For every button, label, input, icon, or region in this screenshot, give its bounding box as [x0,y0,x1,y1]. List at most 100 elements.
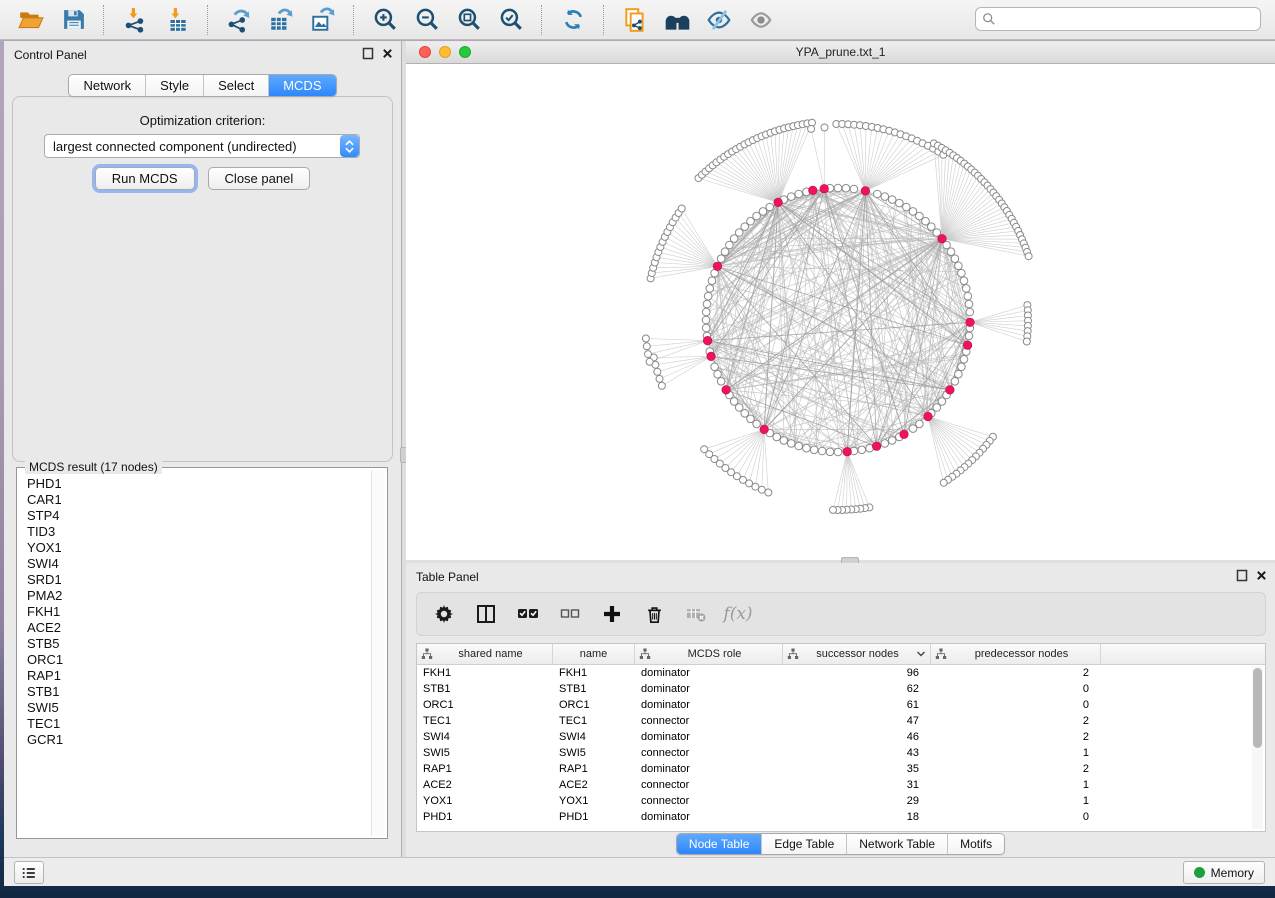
list-icon [21,866,37,880]
tab-node-table[interactable]: Node Table [677,834,762,854]
table-cell-name: SWI4 [553,731,635,743]
mcds-result-item[interactable]: SRD1 [27,572,385,588]
mcds-result-item[interactable]: YOX1 [27,540,385,556]
column-header-successor-nodes[interactable]: successor nodes [783,644,931,664]
save-session-icon[interactable] [58,5,88,35]
search-field[interactable] [975,7,1261,31]
float-panel-icon[interactable] [362,47,374,60]
mcds-result-title: MCDS result (17 nodes) [25,460,162,474]
column-header-predecessor-nodes[interactable]: predecessor nodes [931,644,1101,664]
table-cell-mcds-role: dominator [635,699,783,711]
table-row[interactable]: SWI4SWI4dominator462 [417,729,1265,745]
tab-network-table[interactable]: Network Table [846,834,947,854]
add-row-icon[interactable] [601,603,623,625]
close-panel-icon[interactable] [382,48,393,59]
mcds-result-item[interactable]: SWI4 [27,556,385,572]
mcds-result-item[interactable]: ORC1 [27,652,385,668]
export-image-icon[interactable] [308,5,338,35]
column-header-name[interactable]: name [553,644,635,664]
table-row[interactable]: RAP1RAP1dominator352 [417,761,1265,777]
table-row[interactable]: STB1STB1dominator620 [417,681,1265,697]
delete-row-icon[interactable] [643,603,665,625]
import-table-icon[interactable] [162,5,192,35]
mcds-result-item[interactable]: STB1 [27,684,385,700]
close-panel-button[interactable]: Close panel [208,167,311,190]
tab-mcds[interactable]: MCDS [268,75,335,96]
zoom-in-icon[interactable] [370,5,400,35]
mcds-result-item[interactable]: GCR1 [27,732,385,748]
show-details-icon [746,5,776,35]
float-panel-icon[interactable] [1236,569,1248,582]
mcds-result-item[interactable]: FKH1 [27,604,385,620]
mcds-result-item[interactable]: TID3 [27,524,385,540]
table-row[interactable]: SWI5SWI5connector431 [417,745,1265,761]
run-mcds-button[interactable]: Run MCDS [95,167,195,190]
table-row[interactable]: FKH1FKH1dominator962 [417,665,1265,681]
network-graph [406,64,1275,560]
table-row[interactable]: PHD1PHD1dominator180 [417,809,1265,825]
table-row[interactable]: YOX1YOX1connector291 [417,793,1265,809]
table-row[interactable]: ORC1ORC1dominator610 [417,697,1265,713]
search-input[interactable] [996,11,1254,27]
hide-details-icon[interactable] [704,5,734,35]
mcds-result-item[interactable]: TEC1 [27,716,385,732]
select-all-icon[interactable] [517,603,539,625]
refresh-icon[interactable] [558,5,588,35]
memory-status-icon [1194,867,1205,878]
table-scrollbar[interactable] [1252,666,1263,829]
optimization-criterion-label: Optimization criterion: [4,113,401,128]
mcds-result-scrollbar[interactable] [371,470,385,836]
share-session-icon[interactable] [620,5,650,35]
column-header-shared-name[interactable]: shared name [417,644,553,664]
table-cell-shared-name: ORC1 [417,699,553,711]
table-scrollbar-thumb[interactable] [1253,668,1262,748]
tab-edge-table[interactable]: Edge Table [761,834,846,854]
show-panels-button[interactable] [14,861,44,884]
mcds-result-item[interactable]: STB5 [27,636,385,652]
mcds-result-item[interactable]: ACE2 [27,620,385,636]
settings-icon[interactable] [433,603,455,625]
table-body: FKH1FKH1dominator962STB1STB1dominator620… [417,665,1265,825]
export-network-icon[interactable] [224,5,254,35]
tab-motifs[interactable]: Motifs [947,834,1004,854]
control-panel: Control Panel Network Style Select MCDS … [4,41,402,858]
control-panel-tabs: Network Style Select MCDS [4,74,401,97]
mcds-result-item[interactable]: RAP1 [27,668,385,684]
import-network-icon[interactable] [120,5,150,35]
close-panel-icon[interactable] [1256,570,1267,581]
table-cell-shared-name: STB1 [417,683,553,695]
mcds-result-item[interactable]: PHD1 [27,476,385,492]
table-cell-shared-name: SWI4 [417,731,553,743]
zoom-fit-icon[interactable] [454,5,484,35]
network-window-titlebar: YPA_prune.txt_1 [406,42,1275,64]
right-area: YPA_prune.txt_1 Table Panel [406,41,1275,858]
optimization-criterion-dropdown[interactable]: largest connected component (undirected) [44,134,360,158]
table-cell-predecessor-nodes: 2 [931,731,1101,743]
columns-icon[interactable] [475,603,497,625]
table-cell-successor-nodes: 31 [783,779,931,791]
toolbar-separator [541,5,543,35]
search-network-icon[interactable] [662,5,692,35]
export-table-icon[interactable] [266,5,296,35]
tab-style[interactable]: Style [145,75,203,96]
function-builder-icon: f(x) [727,603,749,625]
deselect-all-icon[interactable] [559,603,581,625]
table-cell-successor-nodes: 29 [783,795,931,807]
zoom-selected-icon[interactable] [496,5,526,35]
mcds-result-item[interactable]: SWI5 [27,700,385,716]
open-file-icon[interactable] [16,5,46,35]
mcds-result-item[interactable]: STP4 [27,508,385,524]
table-row[interactable]: TEC1TEC1connector472 [417,713,1265,729]
table-cell-name: FKH1 [553,667,635,679]
tab-network[interactable]: Network [69,75,145,96]
attribute-icon [639,648,651,660]
memory-button[interactable]: Memory [1183,861,1265,884]
table-row[interactable]: ACE2ACE2connector311 [417,777,1265,793]
zoom-out-icon[interactable] [412,5,442,35]
mcds-result-item[interactable]: PMA2 [27,588,385,604]
column-header-mcds-role[interactable]: MCDS role [635,644,783,664]
table-cell-predecessor-nodes: 0 [931,699,1101,711]
tab-select[interactable]: Select [203,75,268,96]
network-canvas[interactable] [406,64,1275,560]
mcds-result-item[interactable]: CAR1 [27,492,385,508]
